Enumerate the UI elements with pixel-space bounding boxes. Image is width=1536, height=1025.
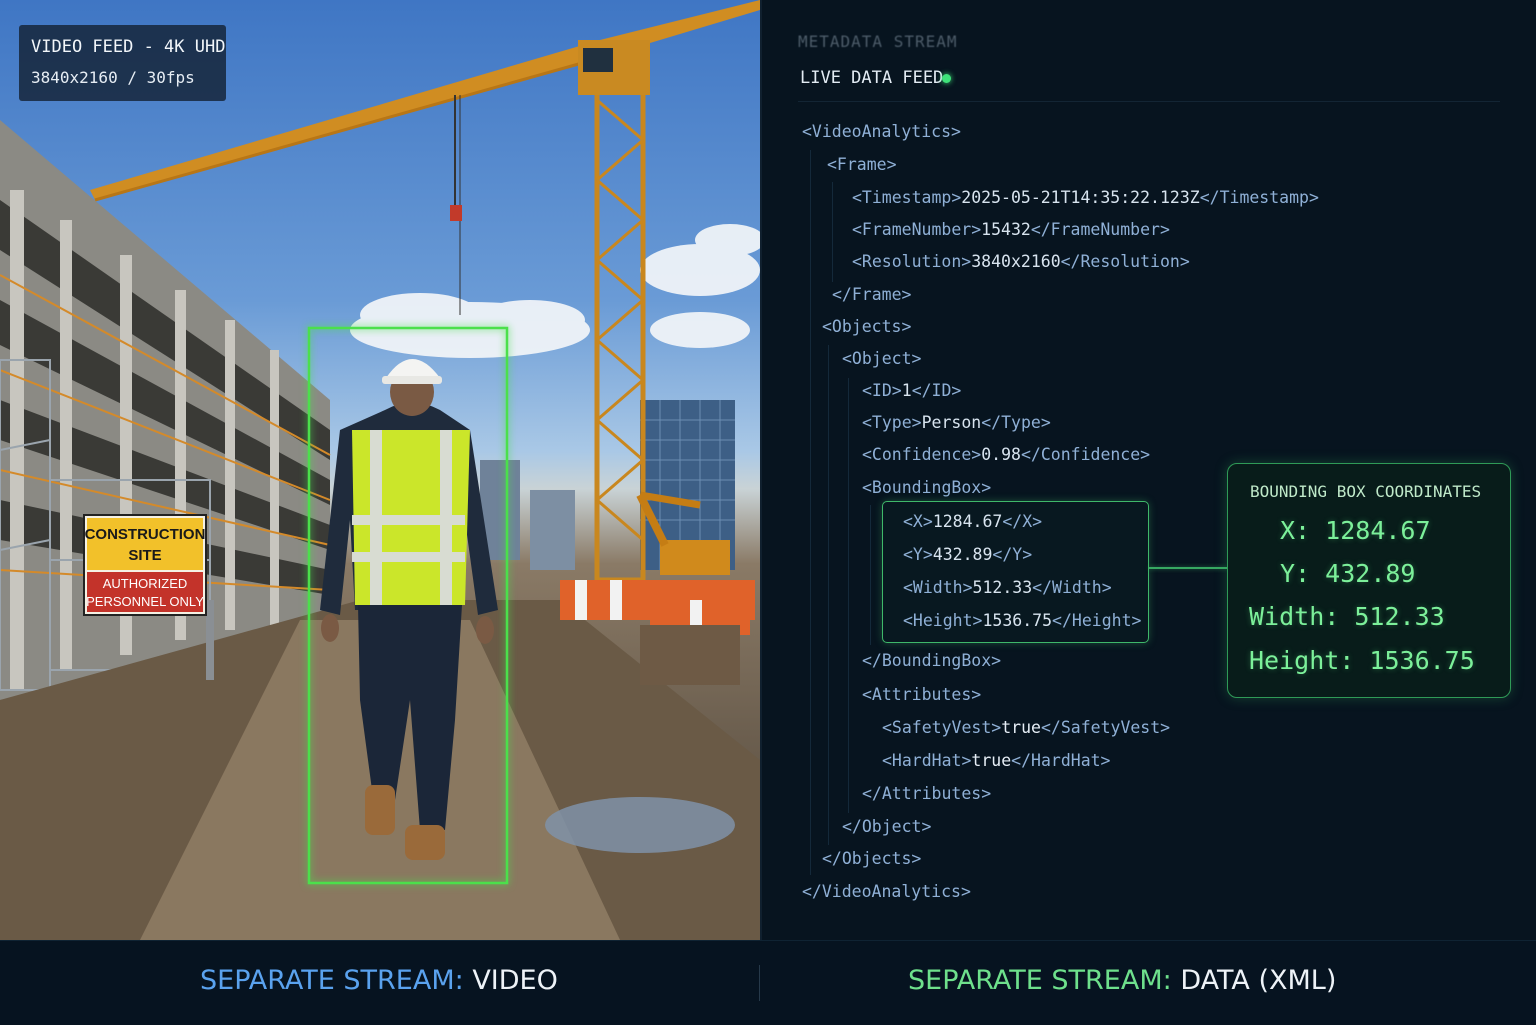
live-status-dot-icon xyxy=(942,74,951,83)
metadata-header-ghost: METADATA STREAM xyxy=(798,32,958,51)
footer-divider xyxy=(759,965,760,1001)
indent-guide xyxy=(832,182,833,282)
video-feed-resolution: 3840x2160 / 30fps xyxy=(31,68,195,87)
sign-text-personnel: PERSONNEL ONLY xyxy=(86,594,204,609)
xml-line-y: <Y>432.89</Y> xyxy=(903,545,1033,564)
sign-text-construction: CONSTRUCTION xyxy=(85,526,206,543)
xml-line-id: <ID>1</ID> xyxy=(862,381,962,400)
coord-height: Height: 1536.75 xyxy=(1249,646,1475,675)
indent-guide xyxy=(848,378,849,813)
live-data-feed-label: LIVE DATA FEED xyxy=(800,68,944,88)
coord-x: X: 1284.67 xyxy=(1280,516,1431,545)
video-feed-panel: CONSTRUCTION SITE AUTHORIZED PERSONNEL O… xyxy=(0,0,760,940)
sign-text-authorized: AUTHORIZED xyxy=(103,576,188,591)
xml-line-width: <Width>512.33</Width> xyxy=(903,578,1112,597)
xml-line: <BoundingBox> xyxy=(862,478,992,497)
xml-line: </Objects> xyxy=(822,849,922,868)
xml-line: </VideoAnalytics> xyxy=(802,882,971,901)
xml-line: </Frame> xyxy=(832,285,912,304)
indent-guide xyxy=(810,150,811,875)
xml-line-x: <X>1284.67</X> xyxy=(903,512,1043,531)
video-feed-badge: VIDEO FEED - 4K UHD 3840x2160 / 30fps xyxy=(19,25,226,101)
xml-line: <Object> xyxy=(842,349,922,368)
footer-data-stream-label: SEPARATE STREAM: DATA (XML) xyxy=(908,965,1337,996)
xml-line-resolution: <Resolution>3840x2160</Resolution> xyxy=(852,252,1190,271)
xml-line: </Attributes> xyxy=(862,784,992,803)
xml-line-frame-number: <FrameNumber>15432</FrameNumber> xyxy=(852,220,1170,239)
xml-line-safety-vest: <SafetyVest>true</SafetyVest> xyxy=(882,718,1171,737)
coord-y: Y: 432.89 xyxy=(1280,559,1416,588)
xml-line: <Attributes> xyxy=(862,685,982,704)
bounding-box-coordinates-card[interactable]: BOUNDING BOX COORDINATES X: 1284.67 Y: 4… xyxy=(1227,463,1511,698)
xml-line: <Objects> xyxy=(822,317,912,336)
footer-bar: SEPARATE STREAM: VIDEO SEPARATE STREAM: … xyxy=(0,940,1536,1025)
sign-text-site: SITE xyxy=(128,547,161,564)
xml-line: <VideoAnalytics> xyxy=(802,122,961,141)
clouds xyxy=(350,224,760,358)
video-feed-title: VIDEO FEED - 4K UHD xyxy=(31,37,226,57)
xml-line: </BoundingBox> xyxy=(862,651,1002,670)
header-divider xyxy=(798,101,1500,102)
xml-line: </Object> xyxy=(842,817,932,836)
xml-line-confidence: <Confidence>0.98</Confidence> xyxy=(862,445,1151,464)
coordinates-card-title: BOUNDING BOX COORDINATES xyxy=(1250,482,1482,501)
footer-video-stream-label: SEPARATE STREAM: VIDEO xyxy=(200,965,558,996)
xml-line-type: <Type>Person</Type> xyxy=(862,413,1051,432)
indent-guide xyxy=(870,505,871,645)
xml-line: <Frame> xyxy=(827,155,897,174)
indent-guide xyxy=(828,345,829,845)
xml-line-height: <Height>1536.75</Height> xyxy=(903,611,1142,630)
puddle xyxy=(545,797,735,853)
connector-line xyxy=(1149,567,1227,569)
xml-line-timestamp: <Timestamp>2025-05-21T14:35:22.123Z</Tim… xyxy=(852,188,1319,207)
data-feed-panel: METADATA STREAM LIVE DATA FEED <VideoAna… xyxy=(760,0,1536,940)
construction-site-scene: CONSTRUCTION SITE AUTHORIZED PERSONNEL O… xyxy=(0,0,760,940)
xml-line-hard-hat: <HardHat>true</HardHat> xyxy=(882,751,1111,770)
coord-width: Width: 512.33 xyxy=(1249,602,1445,631)
